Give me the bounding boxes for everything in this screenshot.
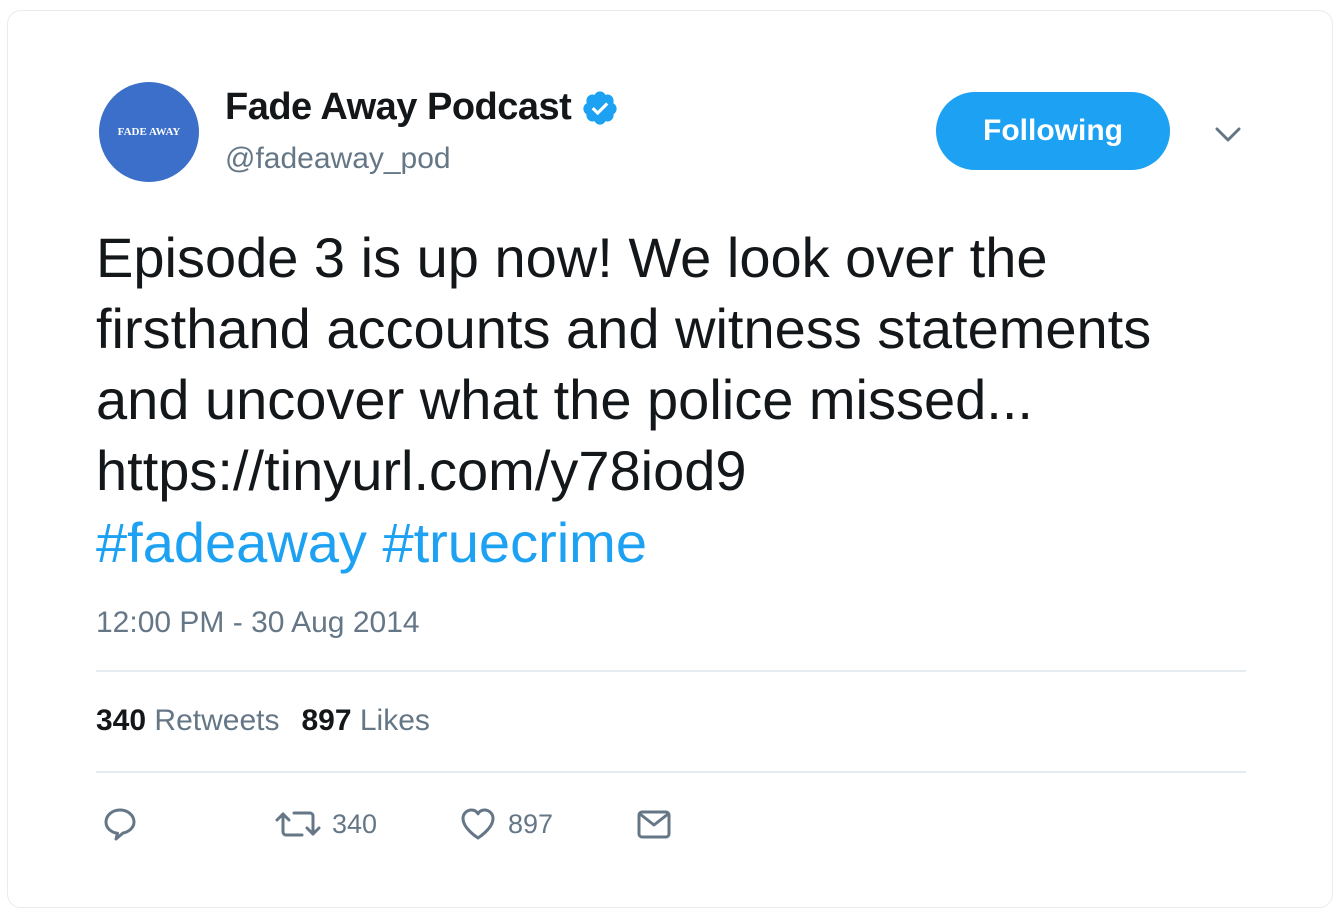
display-name[interactable]: Fade Away Podcast bbox=[225, 86, 572, 129]
following-button[interactable]: Following bbox=[936, 92, 1170, 170]
likes-label: Likes bbox=[359, 704, 430, 737]
direct-message-button[interactable] bbox=[634, 804, 674, 844]
hashtag-link[interactable]: #truecrime bbox=[382, 511, 647, 574]
hashtag-link[interactable]: #fadeaway bbox=[96, 511, 367, 574]
chevron-down-icon[interactable] bbox=[1212, 120, 1244, 148]
verified-badge-icon bbox=[581, 89, 619, 127]
retweet-icon bbox=[274, 804, 322, 844]
tweet-text: Episode 3 is up now! We look over the fi… bbox=[96, 226, 1152, 502]
retweets-stat[interactable]: 340 Retweets bbox=[96, 704, 279, 738]
like-button[interactable]: 897 bbox=[458, 804, 553, 844]
tweet-timestamp[interactable]: 12:00 PM - 30 Aug 2014 bbox=[96, 606, 420, 640]
reply-button[interactable] bbox=[100, 804, 140, 844]
tweet-stats: 340 Retweets 897 Likes bbox=[96, 704, 430, 738]
reply-icon bbox=[100, 804, 140, 844]
heart-icon bbox=[458, 804, 498, 844]
divider bbox=[96, 670, 1246, 672]
retweet-button[interactable]: 340 bbox=[274, 804, 377, 844]
avatar-logo-text: FADE AWAY bbox=[117, 126, 181, 138]
user-handle[interactable]: @fadeaway_pod bbox=[225, 142, 451, 176]
retweets-label: Retweets bbox=[154, 704, 280, 737]
likes-stat[interactable]: 897 Likes bbox=[301, 704, 429, 738]
user-name-row: Fade Away Podcast bbox=[225, 86, 619, 129]
tweet-hashtags: #fadeaway #truecrime bbox=[96, 507, 647, 578]
like-action-count: 897 bbox=[508, 808, 554, 839]
retweets-count: 340 bbox=[96, 704, 147, 737]
avatar[interactable]: FADE AWAY bbox=[99, 82, 199, 182]
likes-count: 897 bbox=[301, 704, 352, 737]
envelope-icon bbox=[634, 804, 674, 844]
divider bbox=[96, 771, 1246, 773]
retweet-action-count: 340 bbox=[332, 808, 378, 839]
